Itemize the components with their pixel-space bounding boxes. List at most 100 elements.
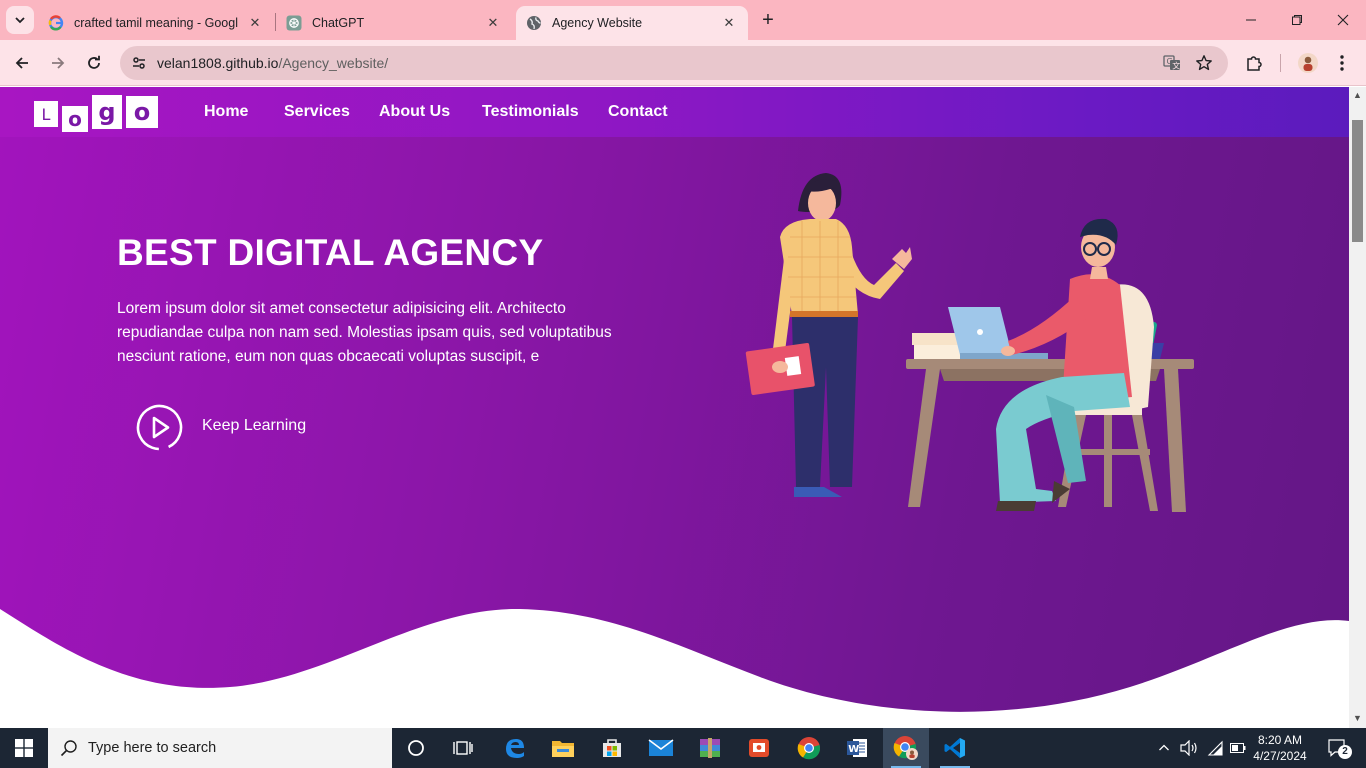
profile-avatar[interactable] [1296,51,1320,75]
nav-testimonials[interactable]: Testimonials [482,103,579,121]
tab-title: ChatGPT [312,16,365,30]
browser-toolbar: velan1808.github.io/Agency_website/ G文 [0,40,1366,86]
word-icon: W [847,739,867,757]
tab-title: crafted tamil meaning - Googl [74,16,238,30]
play-circle-icon[interactable] [136,404,183,451]
cortana-button[interactable] [393,728,439,768]
tune-icon [133,57,145,69]
translate-button[interactable]: G文 [1162,53,1182,73]
tab-title: Agency Website [552,16,643,30]
battery-icon [1230,743,1246,753]
chrome-active-taskbar-icon[interactable] [883,728,929,768]
close-icon [1337,14,1349,26]
nav-home[interactable]: Home [204,103,248,121]
folder-icon [552,741,574,757]
taskbar-search-box[interactable]: Type here to search [48,728,392,768]
speaker-icon [1180,740,1197,756]
volume-button[interactable] [1178,728,1200,768]
notification-center-button[interactable]: 2 [1318,728,1358,768]
kebab-menu-icon [1340,55,1344,71]
scroll-down-arrow-icon[interactable]: ▼ [1353,714,1362,723]
hero-description: Lorem ipsum dolor sit amet consectetur a… [117,300,612,365]
store-taskbar-icon[interactable] [589,728,635,768]
globe-icon [527,16,541,30]
wifi-icon [1207,740,1223,756]
restore-icon [1292,15,1302,25]
translate-icon: G文 [1163,55,1180,71]
tab-agency-website[interactable]: Agency Website ✕ [516,6,748,40]
arrow-left-icon [15,57,28,69]
battery-button[interactable] [1228,728,1248,768]
close-tab-icon[interactable]: ✕ [246,14,264,32]
system-clock[interactable]: 8:20 AM 4/27/2024 [1248,732,1312,764]
mail-icon [648,739,674,756]
hero-illustration [745,173,1194,512]
cortana-circle-icon [408,740,424,756]
forward-button[interactable] [44,49,72,77]
restore-button[interactable] [1274,0,1320,40]
screen-recorder-icon [749,739,769,757]
logo-letter: L [34,101,58,127]
tab-google[interactable]: crafted tamil meaning - Googl ✕ [38,6,274,40]
tab-chatgpt[interactable]: ChatGPT ✕ [276,6,512,40]
screen-recorder-taskbar-icon[interactable] [736,728,782,768]
word-taskbar-icon[interactable]: W [834,728,880,768]
reload-icon [88,55,100,69]
search-icon [60,740,77,757]
edge-icon [506,739,524,758]
nav-contact[interactable]: Contact [608,103,668,121]
keep-learning-link[interactable]: Keep Learning [202,417,306,435]
svg-text:文: 文 [1172,61,1180,71]
site-info-button[interactable] [126,50,152,76]
google-icon [48,15,64,31]
close-tab-icon[interactable]: ✕ [720,14,738,32]
reload-button[interactable] [80,49,108,77]
vscode-taskbar-icon[interactable] [932,728,978,768]
vscode-icon [944,738,965,758]
tab-strip: crafted tamil meaning - Googl ✕ ChatGPT … [0,0,1366,40]
chatgpt-icon [286,15,302,31]
tab-search-button[interactable] [6,6,34,34]
edge-taskbar-icon[interactable] [492,728,538,768]
bookmark-button[interactable] [1194,53,1214,73]
close-window-button[interactable] [1320,0,1366,40]
chevron-down-icon [15,17,25,24]
arrow-right-icon [52,57,65,69]
clock-time: 8:20 AM [1257,733,1303,747]
logo-letter: o [126,96,158,128]
star-icon [1196,55,1212,71]
clock-date: 4/27/2024 [1253,749,1307,763]
close-tab-icon[interactable]: ✕ [484,14,502,32]
extensions-button[interactable] [1242,51,1266,75]
nav-about-us[interactable]: About Us [379,103,450,121]
chrome-profile-icon [893,736,918,760]
page-scrollbar[interactable]: ▲ ▼ [1349,87,1366,728]
start-button[interactable] [0,728,48,768]
task-view-icon [453,741,473,755]
logo-letter: g [92,95,122,129]
task-view-button[interactable] [440,728,486,768]
new-tab-button[interactable]: + [756,9,780,33]
back-button[interactable] [8,49,36,77]
mail-taskbar-icon[interactable] [638,728,684,768]
nav-services[interactable]: Services [284,103,350,121]
url-text[interactable]: velan1808.github.io/Agency_website/ [157,55,388,71]
minimize-button[interactable] [1228,0,1274,40]
hero-wave-divider [0,608,1349,728]
scroll-up-arrow-icon[interactable]: ▲ [1353,91,1362,100]
address-bar[interactable]: velan1808.github.io/Agency_website/ G文 [120,46,1228,80]
site-navbar: L o g o Home Services About Us Testimoni… [0,87,1349,137]
store-bag-icon [603,739,621,757]
search-placeholder: Type here to search [88,740,217,756]
toolbar-divider [1280,54,1281,72]
network-button[interactable] [1204,728,1226,768]
file-explorer-taskbar-icon[interactable] [540,728,586,768]
show-hidden-icons-button[interactable] [1154,728,1174,768]
winrar-taskbar-icon[interactable] [687,728,733,768]
site-logo[interactable]: L o g o [34,95,158,132]
chrome-menu-button[interactable] [1330,51,1354,75]
chrome-taskbar-icon[interactable] [786,728,832,768]
url-host: velan1808.github.io [157,55,279,71]
winrar-icon [700,738,720,758]
scrollbar-thumb[interactable] [1352,120,1363,242]
